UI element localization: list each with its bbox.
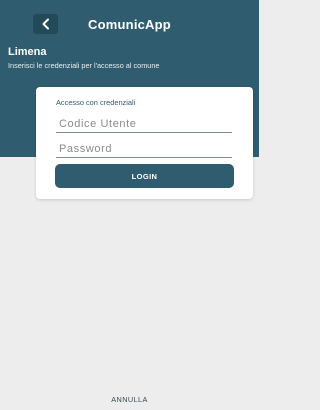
- app-title: ComunicApp: [88, 17, 171, 32]
- user-code-input[interactable]: [56, 115, 232, 133]
- cancel-button[interactable]: ANNULLA: [0, 395, 259, 404]
- town-name: Limena: [8, 46, 47, 58]
- login-card: Accesso con credenziali LOGIN: [36, 87, 253, 199]
- password-input[interactable]: [56, 140, 232, 158]
- login-card-title: Accesso con credenziali: [56, 98, 136, 107]
- login-instruction: Inserisci le credenziali per l'accesso a…: [8, 61, 160, 70]
- login-button[interactable]: LOGIN: [55, 164, 234, 188]
